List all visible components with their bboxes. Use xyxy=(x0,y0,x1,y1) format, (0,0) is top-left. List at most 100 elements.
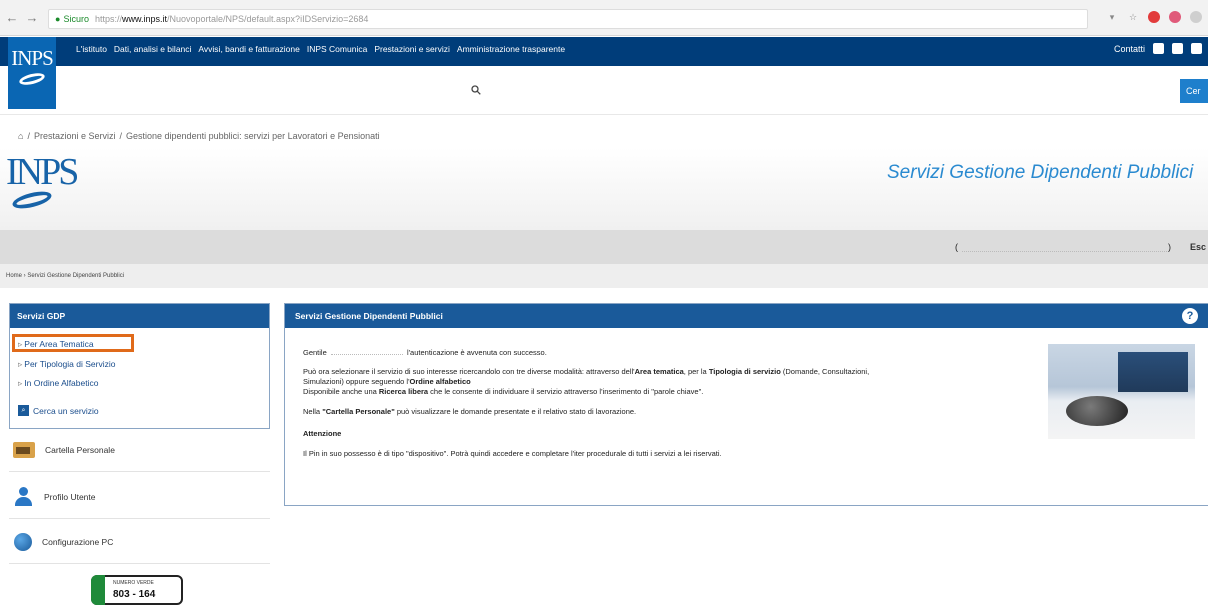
star-icon[interactable]: ☆ xyxy=(1127,11,1139,23)
key-icon[interactable]: ▾ xyxy=(1106,11,1118,23)
nav-link-istituto[interactable]: L'istituto xyxy=(76,44,107,54)
nav-link-avvisi[interactable]: Avvisi, bandi e fatturazione xyxy=(198,44,299,54)
menu-item-label: Per Tipologia di Servizio xyxy=(24,359,116,369)
url-input[interactable]: ● Sicuro https:// www.inps.it /Nuovoport… xyxy=(48,9,1088,29)
arrow-icon: ▹ xyxy=(18,359,23,369)
text: , per la xyxy=(683,367,709,376)
top-navigation: L'istituto Dati, analisi e bilanci Avvis… xyxy=(0,37,1208,66)
instructions-line-3: Disponibile anche una Ricerca libera che… xyxy=(303,387,703,396)
nav-link-comunica[interactable]: INPS Comunica xyxy=(307,44,367,54)
text-bold: Area tematica xyxy=(634,367,684,376)
text-bold: Tipologia di servizio xyxy=(708,367,781,376)
menu-item-alfabetico[interactable]: ▹ In Ordine Alfabetico xyxy=(18,378,98,389)
globe-icon xyxy=(14,532,32,551)
main-panel-title: Servizi Gestione Dipendenti Pubblici xyxy=(295,311,443,321)
instructions-line-2: Simulazioni) oppure seguendo l'Ordine al… xyxy=(303,377,471,386)
sidebar-link-label: Profilo Utente xyxy=(44,491,96,502)
menu-icon[interactable] xyxy=(1190,11,1202,23)
main-panel-header: Servizi Gestione Dipendenti Pubblici ? xyxy=(285,304,1208,328)
services-menu-title: Servizi GDP xyxy=(10,304,269,328)
greeting-text: Gentile l'autenticazione è avvenuta con … xyxy=(303,348,547,357)
highlight-box xyxy=(12,334,134,352)
text-bold: "Cartella Personale" xyxy=(322,407,395,416)
url-path: /Nuovoportale/NPS/default.aspx?iIDServiz… xyxy=(166,14,369,24)
sidebar-link-configurazione[interactable]: Configurazione PC xyxy=(9,520,270,564)
breadcrumb: ⌂ / Prestazioni e Servizi / Gestione dip… xyxy=(18,131,380,141)
user-paren-close: ) xyxy=(1168,242,1171,252)
user-icon xyxy=(14,486,34,507)
search-service-link[interactable]: ⌕ Cerca un servizio xyxy=(18,405,99,416)
breadcrumb-item[interactable]: Prestazioni e Servizi xyxy=(34,131,116,141)
contact-center-badge[interactable]: NUMERO VERDE 803 - 164 xyxy=(91,575,183,605)
text: Nella xyxy=(303,407,323,416)
youtube-icon[interactable]: ▸ xyxy=(1191,43,1202,54)
text: Simulazioni) oppure seguendo l' xyxy=(303,377,410,386)
exit-link[interactable]: Esc xyxy=(1190,242,1206,252)
browser-extensions: ▾ ☆ xyxy=(1106,11,1202,23)
page-title: Servizi Gestione Dipendenti Pubblici xyxy=(887,162,1194,183)
contacts-link[interactable]: Contatti xyxy=(1114,44,1145,54)
attention-heading: Attenzione xyxy=(303,429,342,438)
mouse-image xyxy=(1066,396,1128,426)
inps-service-logo-text: INPS xyxy=(6,151,79,193)
inps-swoosh-icon xyxy=(18,71,46,87)
topnav-right: Contatti f t ▸ xyxy=(1114,43,1202,54)
folder-icon xyxy=(13,441,35,458)
decorative-photo xyxy=(1048,344,1195,439)
facebook-icon[interactable]: f xyxy=(1153,43,1164,54)
back-icon[interactable]: ← xyxy=(4,10,20,25)
instructions-line-1: Può ora selezionare il servizio di suo i… xyxy=(303,367,869,376)
text: può visualizzare le domande presentate e… xyxy=(394,407,637,416)
url-scheme: https:// xyxy=(94,14,122,24)
instructions-line-4: Nella "Cartella Personale" può visualizz… xyxy=(303,407,636,416)
greeting-suffix: l'autenticazione è avvenuta con successo… xyxy=(406,348,547,357)
text: Disponibile anche una xyxy=(303,387,379,396)
pin-notice: Il Pin in suo possesso è di tipo "dispos… xyxy=(303,449,722,458)
adblock-icon[interactable] xyxy=(1148,11,1160,23)
sidebar-link-cartella[interactable]: Cartella Personale xyxy=(9,428,270,472)
phone-icon xyxy=(91,575,105,605)
nav-link-dati[interactable]: Dati, analisi e bilanci xyxy=(114,44,191,54)
secure-label: Sicuro xyxy=(63,14,89,24)
user-name-redacted xyxy=(330,348,403,355)
home-icon[interactable]: ⌂ xyxy=(18,131,23,141)
search-service-label: Cerca un servizio xyxy=(33,405,99,416)
text: (Domande, Consultazioni, xyxy=(780,367,870,376)
nav-link-prestazioni[interactable]: Prestazioni e servizi xyxy=(374,44,450,54)
forward-icon[interactable]: → xyxy=(24,10,40,25)
topnav-links: L'istituto Dati, analisi e bilanci Avvis… xyxy=(76,44,565,54)
lock-icon: ● xyxy=(55,14,61,24)
menu-item-tipologia[interactable]: ▹ Per Tipologia di Servizio xyxy=(18,359,115,370)
text-bold: Ricerca libera xyxy=(378,387,429,396)
contact-number: 803 - 164 xyxy=(113,589,156,600)
search-row[interactable] xyxy=(0,66,1208,115)
inps-service-logo[interactable]: INPS xyxy=(6,151,79,212)
search-button[interactable]: Cer xyxy=(1180,79,1208,103)
url-host: www.inps.it xyxy=(121,14,167,24)
user-paren-open: ( xyxy=(955,242,958,252)
inps-logo-text: INPS xyxy=(11,46,54,70)
sidebar-link-profilo[interactable]: Profilo Utente xyxy=(9,475,270,519)
breadcrumb-item[interactable]: Gestione dipendenti pubblici: servizi pe… xyxy=(126,131,380,141)
extension-icon[interactable] xyxy=(1169,11,1181,23)
menu-item-label: In Ordine Alfabetico xyxy=(24,378,99,388)
search-icon xyxy=(471,85,481,95)
sidebar-link-label: Cartella Personale xyxy=(45,444,115,455)
breadcrumb-separator: / xyxy=(27,131,30,141)
inps-logo[interactable]: INPS xyxy=(8,37,56,109)
user-bar: ( ) Esc xyxy=(0,230,1208,264)
service-header xyxy=(0,148,1208,230)
contact-small-label: NUMERO VERDE xyxy=(113,580,154,586)
nav-link-trasparente[interactable]: Amministrazione trasparente xyxy=(457,44,565,54)
search-box-icon: ⌕ xyxy=(18,405,29,416)
browser-address-bar: ← → ✕ ● Sicuro https:// www.inps.it /Nuo… xyxy=(0,0,1208,36)
twitter-icon[interactable]: t xyxy=(1172,43,1183,54)
breadcrumb-small-text[interactable]: Home › Servizi Gestione Dipendenti Pubbl… xyxy=(6,273,124,279)
help-icon[interactable]: ? xyxy=(1182,308,1198,324)
breadcrumb-separator: / xyxy=(119,131,123,141)
sidebar-link-label: Configurazione PC xyxy=(42,536,114,547)
greeting-prefix: Gentile xyxy=(303,348,327,357)
breadcrumb-small: Home › Servizi Gestione Dipendenti Pubbl… xyxy=(0,264,1208,288)
arrow-icon: ▹ xyxy=(18,378,23,388)
text: Può ora selezionare il servizio di suo i… xyxy=(303,367,635,376)
